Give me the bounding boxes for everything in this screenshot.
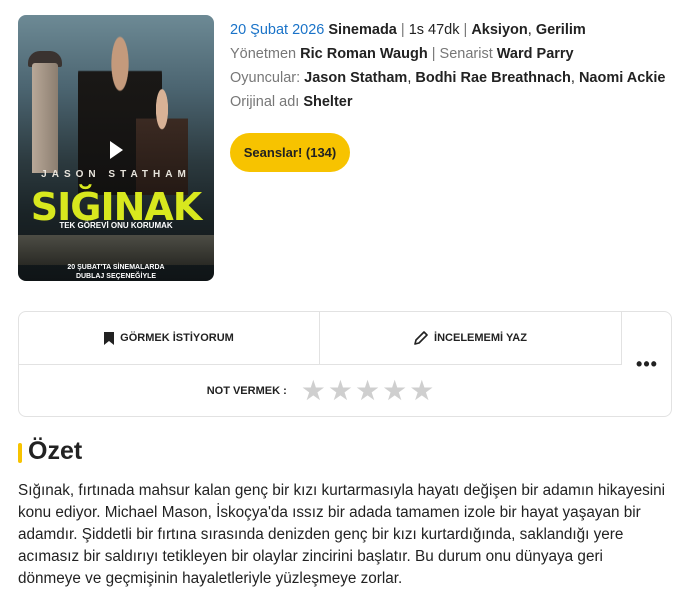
cast-link[interactable]: Bodhi Rae Breathnach	[415, 70, 571, 86]
original-title-line: Orijinal adı Shelter	[230, 92, 670, 112]
poster-actor-name: JASON STATHAM	[41, 169, 191, 180]
more-options-button[interactable]: •••	[622, 312, 672, 416]
writer-link[interactable]: Ward Parry	[497, 46, 574, 62]
cast-line: Oyuncular: Jason Statham, Bodhi Rae Brea…	[230, 68, 670, 88]
watchlist-label: GÖRMEK İSTİYORUM	[120, 332, 234, 344]
summary-heading: Özet	[28, 437, 83, 465]
genre-link[interactable]: Gerilim	[536, 22, 586, 38]
rating-label: NOT VERMEK :	[206, 384, 287, 397]
genre-link[interactable]: Aksiyon	[471, 22, 527, 38]
crew-line: Yönetmen Ric Roman Waugh | Senarist Ward…	[230, 44, 670, 64]
director-label: Yönetmen	[230, 46, 297, 62]
play-icon[interactable]	[110, 141, 123, 159]
cast-label: Oyuncular:	[230, 70, 301, 86]
separator: |	[431, 46, 436, 62]
action-panel: GÖRMEK İSTİYORUM İNCELEMEMİ YAZ ••• NOT …	[18, 311, 672, 417]
star-rating: ★ ★ ★ ★ ★	[301, 376, 435, 405]
separator: |	[400, 22, 409, 38]
section-accent-bar	[18, 443, 22, 463]
star-icon[interactable]: ★	[355, 376, 380, 405]
original-title: Shelter	[303, 94, 353, 110]
separator: ,	[570, 70, 579, 86]
writer-label: Senarist	[439, 46, 493, 62]
release-status: Sinemada	[328, 22, 397, 38]
star-icon[interactable]: ★	[382, 376, 407, 405]
write-review-label: İNCELEMEMİ YAZ	[434, 332, 527, 344]
star-icon[interactable]: ★	[301, 376, 326, 405]
meta-line: 20 Şubat 2026 Sinemada | 1s 47dk | Aksiy…	[230, 20, 670, 40]
summary-text: Sığınak, fırtınada mahsur kalan genç bir…	[18, 482, 666, 587]
star-icon[interactable]: ★	[409, 376, 434, 405]
poster-date-line1: 20 ŞUBAT'TA SİNEMALARDA	[67, 264, 165, 271]
star-icon[interactable]: ★	[328, 376, 353, 405]
movie-info: 20 Şubat 2026 Sinemada | 1s 47dk | Aksiy…	[230, 20, 670, 116]
poster-sea	[18, 235, 214, 265]
separator: ,	[527, 22, 536, 38]
bookmark-icon	[104, 331, 115, 345]
cast-link[interactable]: Jason Statham	[304, 70, 407, 86]
poster-tagline: TEK GÖREVİ ONU KORUMAK	[59, 221, 173, 230]
poster-lighthouse	[32, 63, 58, 173]
poster-date: 20 ŞUBAT'TA SİNEMALARDA DUBLAJ SEÇENEĞİY…	[18, 263, 214, 281]
cast-link[interactable]: Naomi Ackie	[579, 70, 666, 86]
write-review-button[interactable]: İNCELEMEMİ YAZ	[320, 312, 622, 365]
director-link[interactable]: Ric Roman Waugh	[300, 46, 428, 62]
release-date[interactable]: 20 Şubat 2026	[230, 22, 324, 38]
watchlist-button[interactable]: GÖRMEK İSTİYORUM	[19, 312, 320, 365]
rating-row: NOT VERMEK : ★ ★ ★ ★ ★	[19, 365, 622, 416]
showtimes-button[interactable]: Seanslar! (134)	[230, 133, 350, 172]
movie-poster[interactable]: JASON STATHAM SIĞINAK TEK GÖREVİ ONU KOR…	[18, 15, 214, 281]
poster-date-line2: DUBLAJ SEÇENEĞİYLE	[75, 273, 157, 280]
duration: 1s 47dk	[408, 22, 460, 38]
original-title-label: Orijinal adı	[230, 94, 300, 110]
pencil-icon	[414, 331, 428, 345]
